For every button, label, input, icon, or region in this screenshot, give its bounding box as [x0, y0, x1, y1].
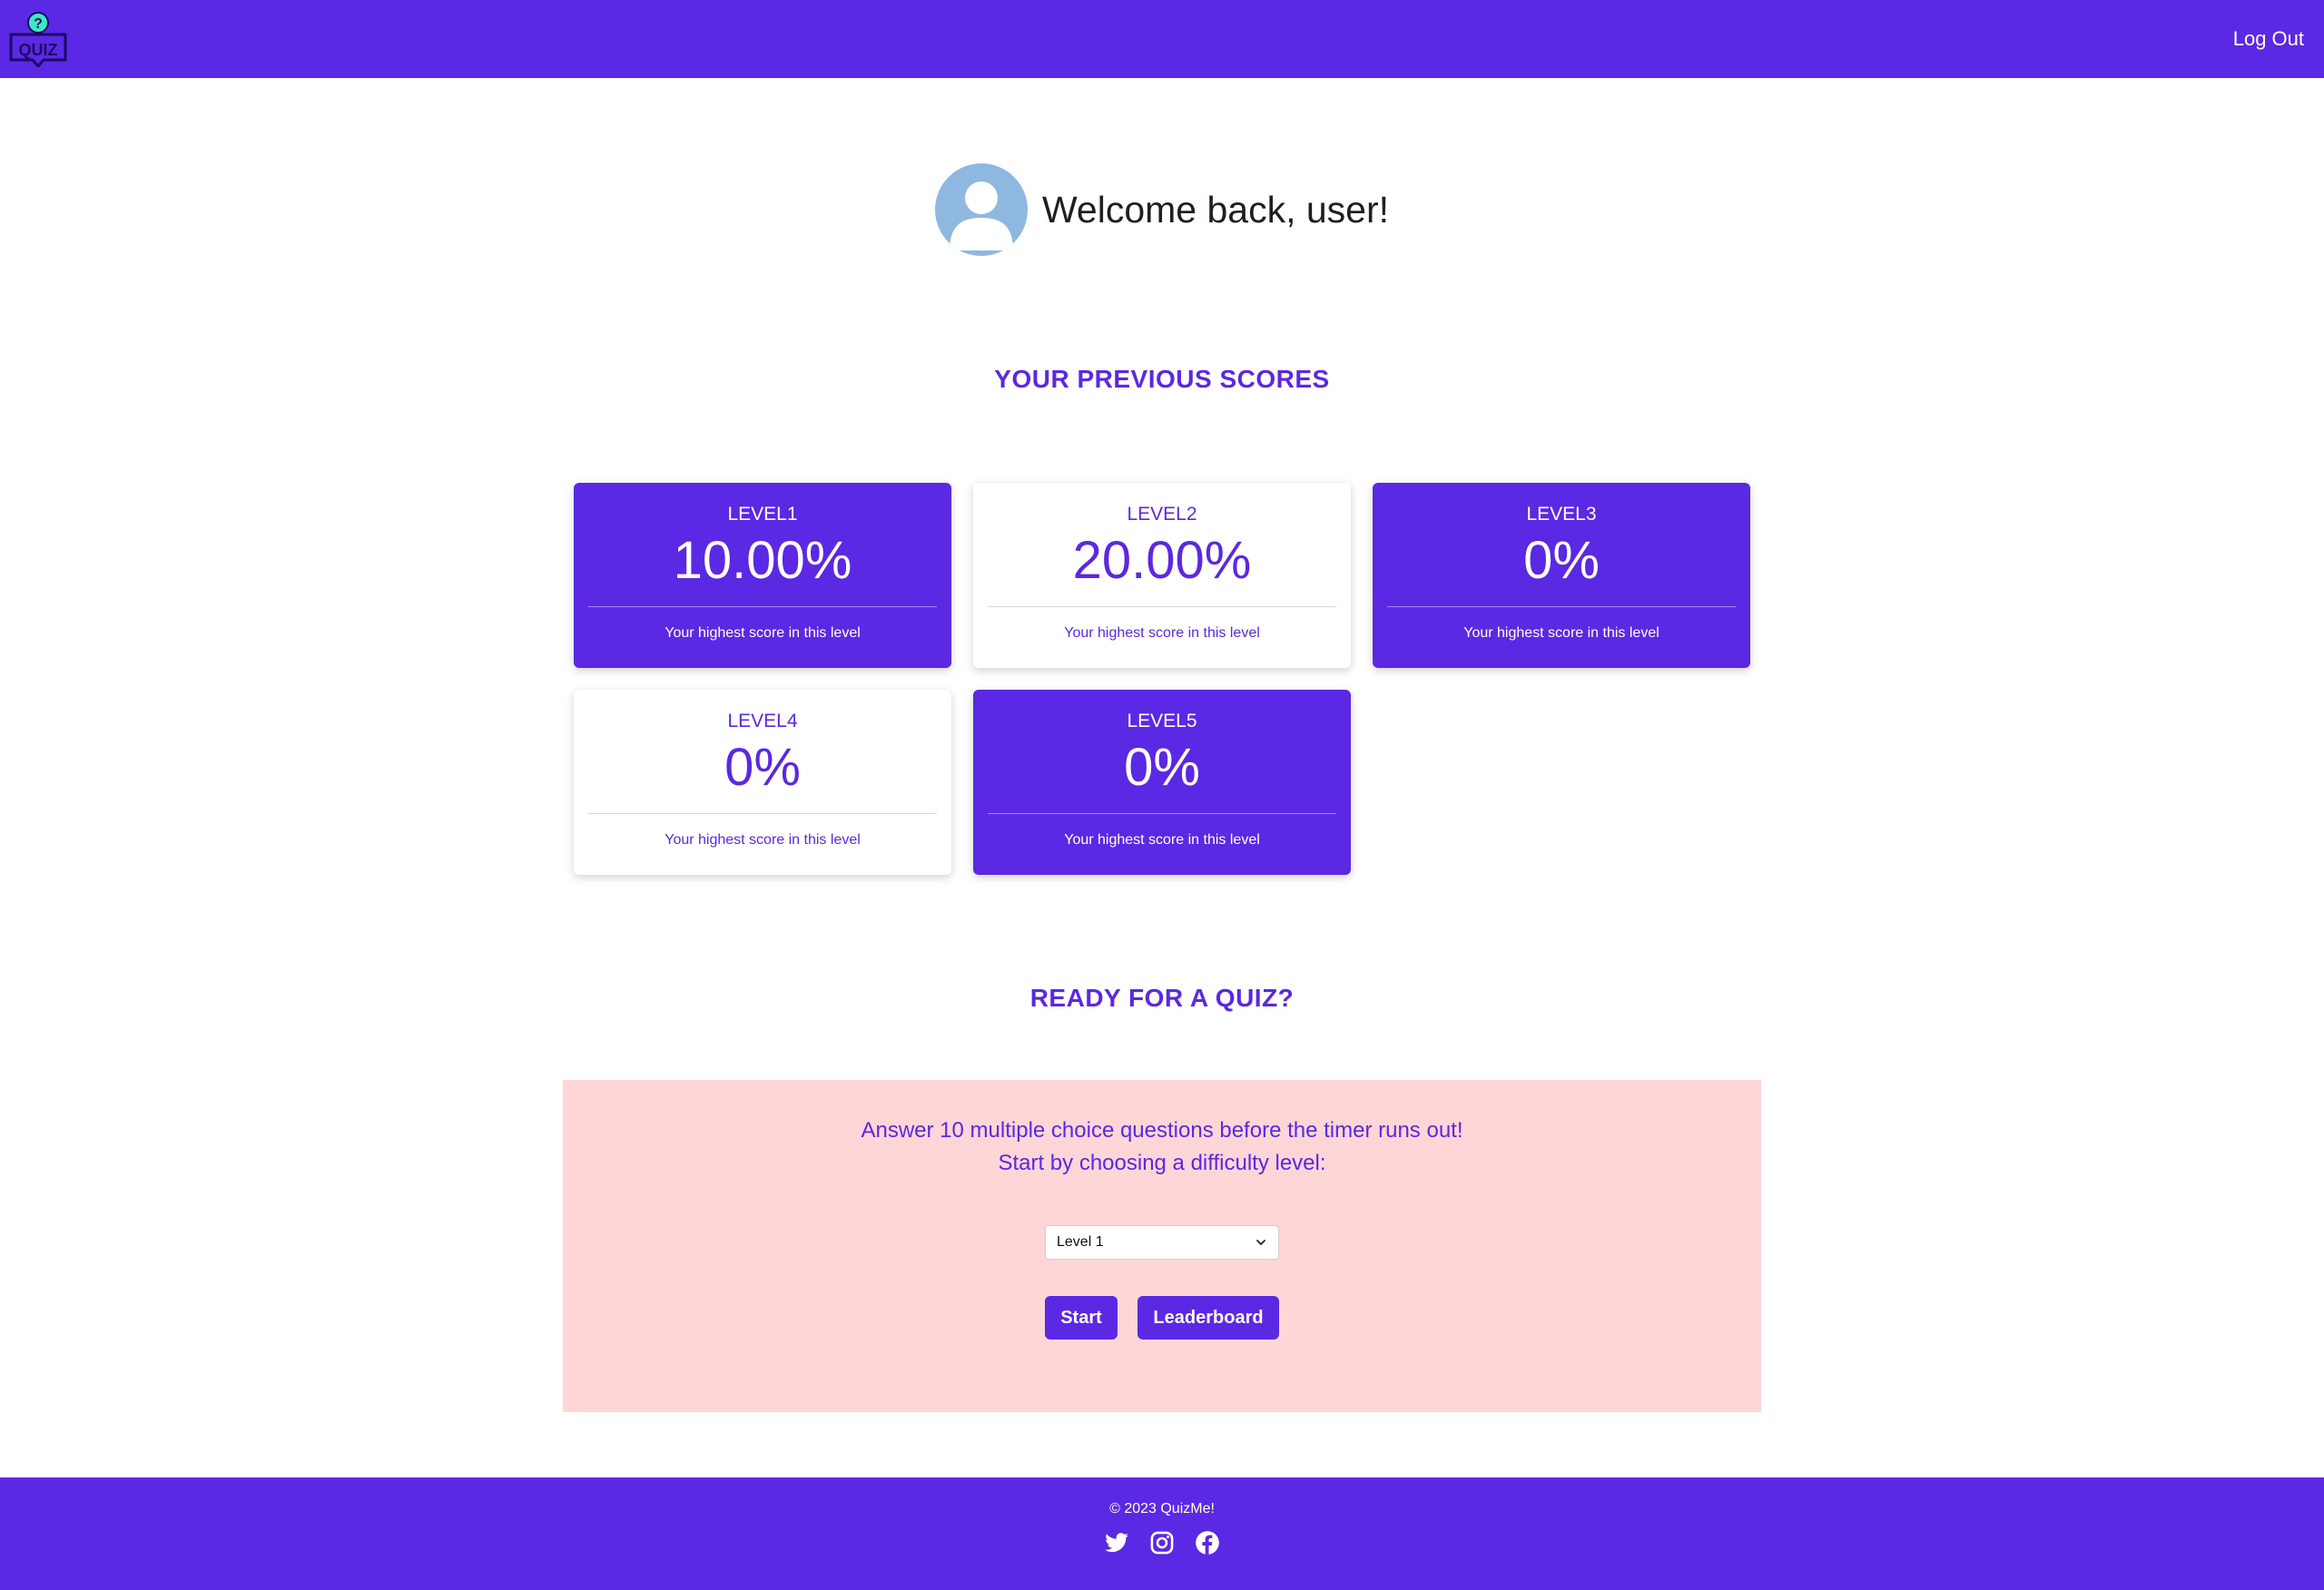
- score-card-level1: LEVEL1 10.00% Your highest score in this…: [574, 483, 951, 668]
- score-card-level: LEVEL2: [1127, 504, 1197, 525]
- score-card-caption: Your highest score in this level: [665, 625, 861, 641]
- divider: [1387, 606, 1736, 607]
- score-card-level: LEVEL5: [1127, 711, 1197, 731]
- quiz-difficulty-prompt: Start by choosing a difficulty level:: [998, 1151, 1326, 1175]
- top-navbar: ? QUIZ Log Out: [0, 0, 2324, 78]
- leaderboard-button[interactable]: Leaderboard: [1137, 1296, 1279, 1340]
- welcome-heading: Welcome back, user!: [1041, 188, 1390, 231]
- svg-text:QUIZ: QUIZ: [19, 41, 58, 59]
- score-card-value: 0%: [724, 738, 801, 797]
- difficulty-select[interactable]: Level 1: [1045, 1225, 1279, 1260]
- score-card-value: 0%: [1124, 738, 1200, 797]
- score-card-value: 0%: [1523, 531, 1600, 590]
- previous-scores-heading: YOUR PREVIOUS SCORES: [994, 365, 1330, 393]
- divider: [588, 606, 937, 607]
- score-card-level: LEVEL4: [727, 711, 798, 731]
- score-card-caption: Your highest score in this level: [665, 832, 861, 848]
- user-avatar-icon: [934, 163, 1028, 256]
- divider: [588, 813, 937, 814]
- score-card-level4: LEVEL4 0% Your highest score in this lev…: [574, 690, 951, 875]
- score-card-level: LEVEL3: [1526, 504, 1597, 525]
- ready-quiz-heading: READY FOR A QUIZ?: [1029, 984, 1295, 1012]
- instagram-icon: [1150, 1531, 1174, 1555]
- twitter-link[interactable]: [1104, 1530, 1129, 1556]
- twitter-icon: [1105, 1533, 1128, 1553]
- logout-link[interactable]: Log Out: [2233, 27, 2304, 51]
- divider: [988, 813, 1336, 814]
- welcome-banner: Welcome back, user!: [0, 163, 2324, 256]
- score-card-level5: LEVEL5 0% Your highest score in this lev…: [973, 690, 1351, 875]
- quiz-logo[interactable]: ? QUIZ: [9, 11, 67, 68]
- start-button[interactable]: Start: [1045, 1296, 1118, 1340]
- score-card-level3: LEVEL3 0% Your highest score in this lev…: [1373, 483, 1750, 668]
- quiz-start-panel: Answer 10 multiple choice questions befo…: [563, 1080, 1761, 1412]
- score-card-level2: LEVEL2 20.00% Your highest score in this…: [973, 483, 1351, 668]
- chevron-down-icon: [1256, 1240, 1265, 1245]
- social-links: [0, 1530, 2324, 1556]
- score-card-caption: Your highest score in this level: [1064, 832, 1260, 848]
- facebook-icon: [1196, 1531, 1219, 1555]
- copyright-text: © 2023 QuizMe!: [1109, 1501, 1215, 1516]
- score-card-value: 10.00%: [673, 531, 852, 590]
- score-card-caption: Your highest score in this level: [1463, 625, 1659, 641]
- facebook-link[interactable]: [1195, 1530, 1220, 1556]
- score-card-level: LEVEL1: [727, 504, 798, 525]
- quiz-logo-icon: ? QUIZ: [9, 12, 67, 68]
- instagram-link[interactable]: [1149, 1530, 1175, 1556]
- footer: © 2023 QuizMe!: [0, 1477, 2324, 1590]
- quiz-instructions: Answer 10 multiple choice questions befo…: [861, 1118, 1463, 1143]
- score-card-caption: Your highest score in this level: [1064, 625, 1260, 641]
- svg-text:?: ?: [34, 16, 43, 32]
- score-card-value: 20.00%: [1072, 531, 1252, 590]
- difficulty-select-value: Level 1: [1057, 1234, 1104, 1250]
- divider: [988, 606, 1336, 607]
